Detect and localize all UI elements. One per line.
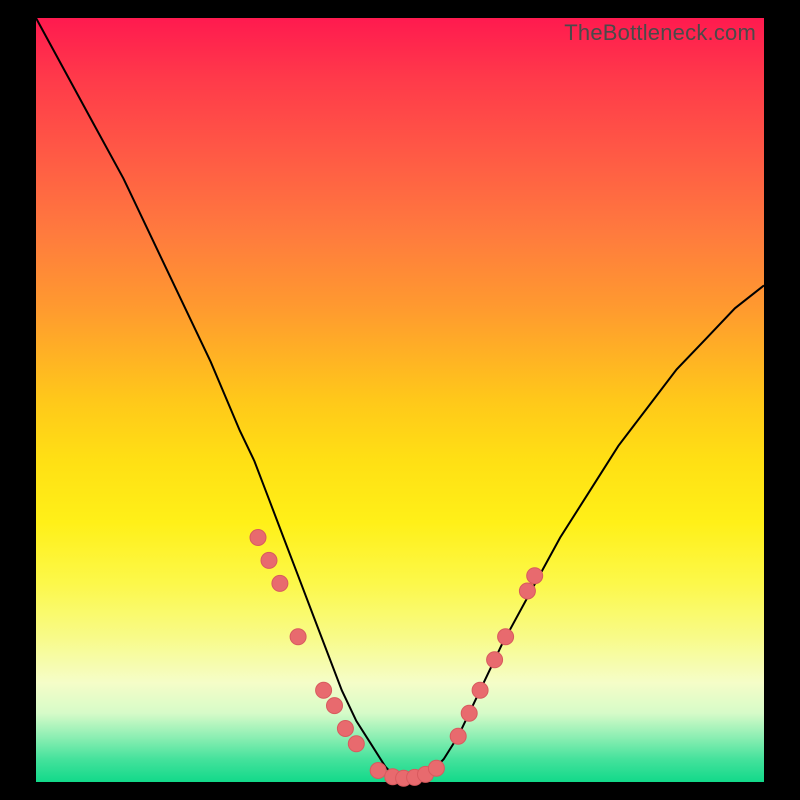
marker-dot (461, 705, 477, 721)
bottleneck-curve (36, 18, 764, 782)
marker-dot (316, 682, 332, 698)
marker-dot (272, 575, 288, 591)
marker-dot (487, 652, 503, 668)
marker-dot (519, 583, 535, 599)
marker-dot (428, 760, 444, 776)
marker-dot (261, 552, 277, 568)
chart-svg (36, 18, 764, 782)
marker-dot (527, 568, 543, 584)
marker-dot (290, 629, 306, 645)
marker-dot (450, 728, 466, 744)
marker-dot (337, 721, 353, 737)
marker-dot (348, 736, 364, 752)
marker-dot (498, 629, 514, 645)
chart-frame: TheBottleneck.com (0, 0, 800, 800)
plot-area: TheBottleneck.com (36, 18, 764, 782)
marker-dot (370, 763, 386, 779)
curve-markers (250, 530, 543, 787)
marker-dot (250, 530, 266, 546)
marker-dot (472, 682, 488, 698)
marker-dot (327, 698, 343, 714)
